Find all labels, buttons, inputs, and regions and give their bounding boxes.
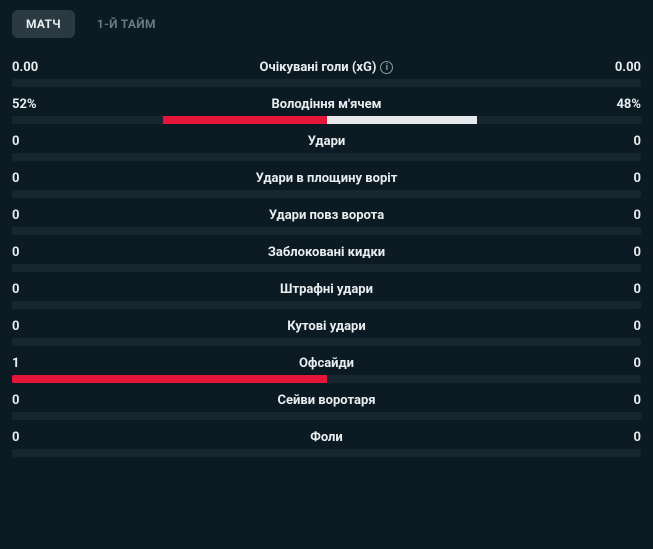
stat-value-right: 0 bbox=[601, 430, 641, 445]
stat-row: 0 Удари повз ворота 0 bbox=[12, 208, 641, 235]
stat-value-right: 0 bbox=[601, 393, 641, 408]
stat-label-text: Офсайди bbox=[299, 356, 354, 371]
stat-label-text: Очікувані голи (xG) bbox=[260, 60, 377, 75]
stat-value-right: 0 bbox=[601, 282, 641, 297]
stat-value-right: 0 bbox=[601, 245, 641, 260]
stat-label: Сейви воротаря bbox=[277, 393, 375, 408]
stat-bar-track bbox=[12, 449, 641, 457]
stat-label: Офсайди bbox=[299, 356, 354, 371]
stat-row: 0.00 Очікувані голи (xG)i 0.00 bbox=[12, 60, 641, 87]
stat-bar-left bbox=[163, 116, 327, 124]
stat-value-left: 52% bbox=[12, 97, 52, 112]
stat-value-left: 1 bbox=[12, 356, 52, 371]
stat-value-right: 0.00 bbox=[601, 60, 641, 75]
stat-value-left: 0 bbox=[12, 282, 52, 297]
stat-bar-track bbox=[12, 190, 641, 198]
stat-label: Удари bbox=[308, 134, 346, 149]
stat-value-right: 0 bbox=[601, 134, 641, 149]
stat-label: Володіння м'ячем bbox=[272, 97, 382, 112]
stat-row: 0 Штрафні удари 0 bbox=[12, 282, 641, 309]
stat-row: 0 Фоли 0 bbox=[12, 430, 641, 457]
tab-first-half[interactable]: 1-Й ТАЙМ bbox=[83, 10, 170, 38]
stat-bar-track bbox=[12, 264, 641, 272]
stat-value-left: 0.00 bbox=[12, 60, 52, 75]
stat-row: 0 Кутові удари 0 bbox=[12, 319, 641, 346]
stat-bar-track bbox=[12, 412, 641, 420]
stat-label-text: Удари в площину воріт bbox=[256, 171, 398, 186]
stat-label-text: Фоли bbox=[310, 430, 343, 445]
stat-value-right: 0 bbox=[601, 319, 641, 334]
stat-value-right: 48% bbox=[601, 97, 641, 112]
stat-head: 0 Удари 0 bbox=[12, 134, 641, 149]
stat-head: 0.00 Очікувані голи (xG)i 0.00 bbox=[12, 60, 641, 75]
stat-bar-track bbox=[12, 301, 641, 309]
stat-row: 0 Сейви воротаря 0 bbox=[12, 393, 641, 420]
stat-label-text: Кутові удари bbox=[287, 319, 365, 334]
stat-label: Очікувані голи (xG)i bbox=[260, 60, 394, 75]
stat-label: Штрафні удари bbox=[280, 282, 373, 297]
stat-value-right: 0 bbox=[601, 171, 641, 186]
stat-head: 0 Удари в площину воріт 0 bbox=[12, 171, 641, 186]
stat-label-text: Заблоковані кидки bbox=[268, 245, 385, 260]
stat-label-text: Удари bbox=[308, 134, 346, 149]
info-icon[interactable]: i bbox=[380, 61, 393, 74]
stat-value-left: 0 bbox=[12, 171, 52, 186]
stat-label: Кутові удари bbox=[287, 319, 365, 334]
stats-list: 0.00 Очікувані голи (xG)i 0.00 52% Володіння… bbox=[12, 60, 641, 457]
stat-bar-track bbox=[12, 375, 641, 383]
stat-bar-track bbox=[12, 116, 641, 124]
stat-head: 0 Фоли 0 bbox=[12, 430, 641, 445]
stat-head: 0 Сейви воротаря 0 bbox=[12, 393, 641, 408]
stat-head: 52% Володіння м'ячем 48% bbox=[12, 97, 641, 112]
stat-bar-right bbox=[327, 116, 478, 124]
stat-bar-track bbox=[12, 227, 641, 235]
stat-row: 0 Удари 0 bbox=[12, 134, 641, 161]
stat-value-right: 0 bbox=[601, 356, 641, 371]
stat-row: 0 Удари в площину воріт 0 bbox=[12, 171, 641, 198]
stat-bar-track bbox=[12, 79, 641, 87]
stat-label: Фоли bbox=[310, 430, 343, 445]
stat-row: 1 Офсайди 0 bbox=[12, 356, 641, 383]
stat-value-left: 0 bbox=[12, 430, 52, 445]
stat-head: 1 Офсайди 0 bbox=[12, 356, 641, 371]
stat-head: 0 Удари повз ворота 0 bbox=[12, 208, 641, 223]
stat-value-left: 0 bbox=[12, 208, 52, 223]
tab-match[interactable]: МАТЧ bbox=[12, 10, 75, 38]
stat-bar-track bbox=[12, 338, 641, 346]
tabs: МАТЧ 1-Й ТАЙМ bbox=[12, 10, 641, 38]
stat-value-left: 0 bbox=[12, 245, 52, 260]
stat-label-text: Штрафні удари bbox=[280, 282, 373, 297]
stat-bar-left bbox=[12, 375, 327, 383]
stat-label: Удари в площину воріт bbox=[256, 171, 398, 186]
stat-head: 0 Штрафні удари 0 bbox=[12, 282, 641, 297]
stat-value-left: 0 bbox=[12, 393, 52, 408]
stat-row: 52% Володіння м'ячем 48% bbox=[12, 97, 641, 124]
stat-row: 0 Заблоковані кидки 0 bbox=[12, 245, 641, 272]
stat-label-text: Удари повз ворота bbox=[269, 208, 384, 223]
stat-head: 0 Кутові удари 0 bbox=[12, 319, 641, 334]
stat-value-left: 0 bbox=[12, 134, 52, 149]
stat-value-right: 0 bbox=[601, 208, 641, 223]
stat-bar-track bbox=[12, 153, 641, 161]
stat-label-text: Сейви воротаря bbox=[277, 393, 375, 408]
stat-value-left: 0 bbox=[12, 319, 52, 334]
stat-head: 0 Заблоковані кидки 0 bbox=[12, 245, 641, 260]
stat-label: Удари повз ворота bbox=[269, 208, 384, 223]
stat-label-text: Володіння м'ячем bbox=[272, 97, 382, 112]
stat-label: Заблоковані кидки bbox=[268, 245, 385, 260]
